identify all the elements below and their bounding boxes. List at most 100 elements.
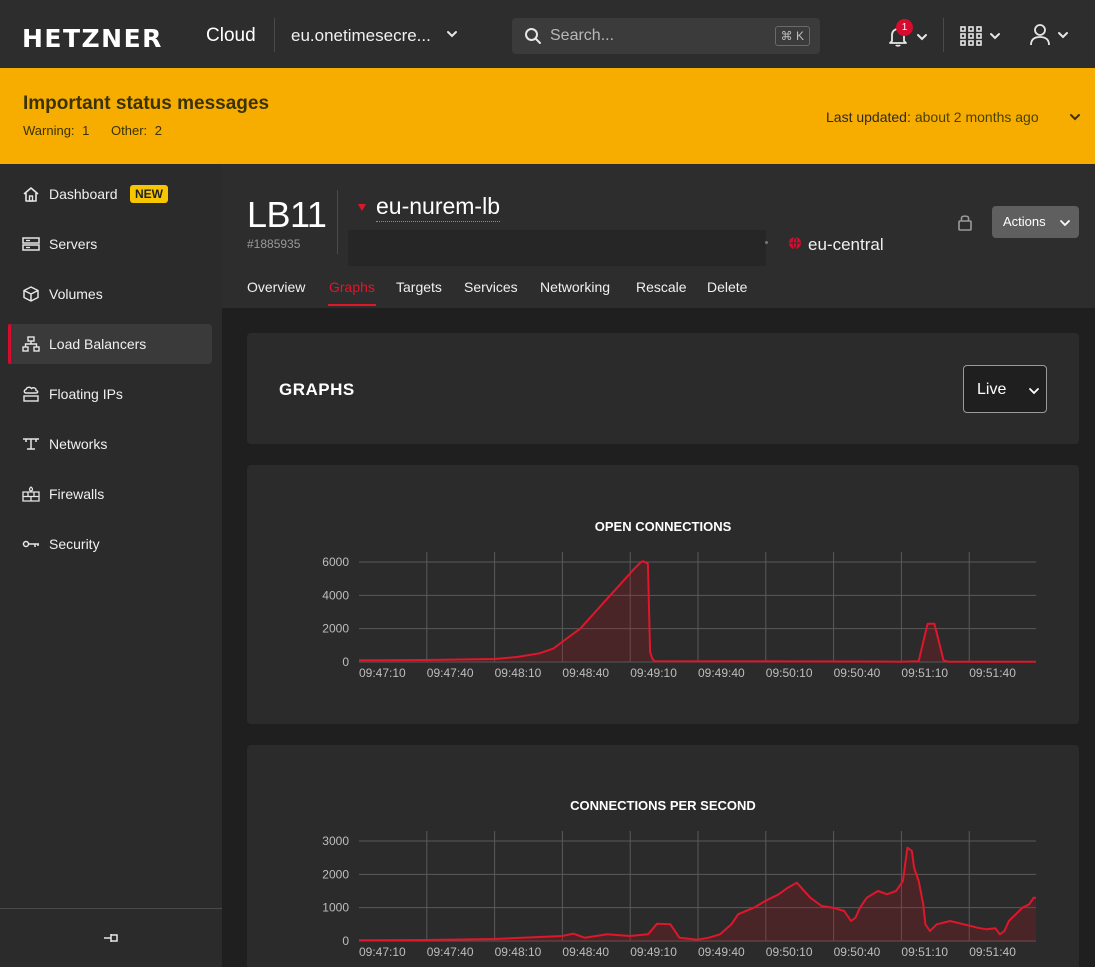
apps-grid-icon[interactable] <box>960 26 982 46</box>
floating-ip-icon <box>23 386 39 402</box>
last-updated-label: Last updated: <box>826 109 911 125</box>
y-tick-label: 6000 <box>322 555 349 569</box>
section-title: GRAPHS <box>279 380 355 399</box>
cube-icon <box>23 286 39 302</box>
warning-label: Warning: <box>23 123 75 138</box>
y-tick-label: 4000 <box>322 588 349 602</box>
divider <box>0 908 222 909</box>
x-tick-label: 09:51:10 <box>901 666 948 680</box>
status-banner[interactable]: Important status messages Warning: 1 Oth… <box>0 68 1095 164</box>
sidebar-item-networks[interactable]: Networks <box>8 424 212 464</box>
tab-overview[interactable]: Overview <box>247 279 305 295</box>
y-tick-label: 0 <box>342 655 349 669</box>
chart-card-connections-per-second: CONNECTIONS PER SECOND 0 1000 2000 3000 09:47… <box>247 745 1079 967</box>
active-tab-indicator <box>328 304 376 306</box>
sidebar-item-label: Floating IPs <box>49 386 123 402</box>
chevron-down-icon <box>1060 220 1070 227</box>
y-tick-label: 0 <box>342 934 349 948</box>
divider <box>943 18 944 52</box>
time-range-select[interactable]: Live <box>963 365 1047 413</box>
chevron-down-icon[interactable] <box>1056 28 1070 42</box>
project-selector[interactable]: eu.onetimesecre... <box>291 26 431 46</box>
last-updated-value: about 2 months ago <box>914 109 1039 125</box>
load-balancer-icon <box>22 336 40 352</box>
sidebar: Dashboard NEW Servers Volumes Load Balan… <box>0 164 222 967</box>
divider <box>274 18 275 52</box>
sidebar-item-security[interactable]: Security <box>8 524 212 564</box>
user-icon[interactable] <box>1029 23 1051 47</box>
sidebar-item-volumes[interactable]: Volumes <box>8 274 212 314</box>
top-bar: HETZNER Cloud eu.onetimesecre... Search.… <box>0 0 1095 68</box>
search-placeholder: Search... <box>550 27 615 44</box>
sidebar-item-dashboard[interactable]: Dashboard NEW <box>8 174 212 214</box>
separator-dot <box>765 241 768 244</box>
x-tick-label: 09:51:10 <box>901 945 948 959</box>
pin-sidebar-icon[interactable] <box>102 931 120 945</box>
y-tick-label: 2000 <box>322 622 349 636</box>
keyboard-shortcut: ⌘ K <box>774 26 810 46</box>
server-icon <box>22 237 40 251</box>
key-icon <box>22 540 39 548</box>
resource-header: LB11 #1885935 eu-nurem-lb eu-central Act… <box>222 164 1095 308</box>
lb-type: LB11 <box>247 194 327 235</box>
sidebar-item-label: Networks <box>49 436 108 452</box>
x-tick-label: 09:48:10 <box>495 666 542 680</box>
redacted-area <box>348 230 766 266</box>
sidebar-item-firewalls[interactable]: Firewalls <box>8 474 212 514</box>
chevron-down-icon[interactable] <box>445 27 459 41</box>
tab-networking[interactable]: Networking <box>540 279 610 295</box>
chart-card-open-connections: OPEN CONNECTIONS 0 2000 4000 6000 09:47:10 09:… <box>247 465 1079 724</box>
tab-rescale[interactable]: Rescale <box>636 279 687 295</box>
tab-targets[interactable]: Targets <box>396 279 442 295</box>
sidebar-item-load-balancers[interactable]: Load Balancers <box>8 324 212 364</box>
warning-count: 1 <box>82 123 90 138</box>
main-content: GRAPHS Live OPEN CONNECTIONS 0 2000 4000 600… <box>222 308 1095 967</box>
location: eu-central <box>808 235 884 254</box>
tab-delete[interactable]: Delete <box>707 279 747 295</box>
x-tick-label: 09:50:10 <box>766 945 813 959</box>
banner-title: Important status messages <box>23 93 270 114</box>
hetzner-logo[interactable]: HETZNER <box>22 24 163 53</box>
firewall-icon <box>22 486 40 502</box>
other-label: Other: <box>111 123 148 138</box>
x-tick-label: 09:48:40 <box>562 945 609 959</box>
actions-button[interactable]: Actions <box>992 206 1079 238</box>
sidebar-item-label: Security <box>49 536 100 552</box>
x-tick-label: 09:50:40 <box>834 945 881 959</box>
search-input[interactable]: Search... ⌘ K <box>512 18 820 54</box>
x-tick-label: 09:47:40 <box>427 666 474 680</box>
tab-services[interactable]: Services <box>464 279 518 295</box>
chevron-down-icon[interactable] <box>1068 110 1082 124</box>
sidebar-item-label: Servers <box>49 236 98 252</box>
new-badge: NEW <box>130 185 168 203</box>
network-icon <box>23 438 39 450</box>
tab-graphs[interactable]: Graphs <box>329 279 375 295</box>
x-tick-label: 09:48:10 <box>495 945 542 959</box>
search-icon <box>525 28 541 44</box>
x-tick-label: 09:49:10 <box>630 666 677 680</box>
x-tick-label: 09:47:10 <box>359 666 406 680</box>
x-tick-label: 09:50:10 <box>766 666 813 680</box>
lb-name[interactable]: eu-nurem-lb <box>376 193 500 222</box>
globe-icon <box>789 236 801 250</box>
sidebar-item-label: Volumes <box>49 286 103 302</box>
chart-open-connections: OPEN CONNECTIONS 0 2000 4000 6000 09:47:10 09:… <box>322 519 1036 680</box>
chart-connections-per-second: CONNECTIONS PER SECOND 0 1000 2000 3000 09:47… <box>322 798 1036 959</box>
sidebar-item-floating-ips[interactable]: Floating IPs <box>8 374 212 414</box>
other-count: 2 <box>154 123 163 138</box>
x-tick-label: 09:51:40 <box>969 945 1016 959</box>
chart-title: OPEN CONNECTIONS <box>595 519 732 534</box>
x-tick-label: 09:47:40 <box>427 945 474 959</box>
product-name: Cloud <box>206 25 256 46</box>
lock-icon[interactable] <box>957 213 973 231</box>
y-tick-label: 2000 <box>322 867 349 881</box>
notification-badge: 1 <box>896 19 913 36</box>
sidebar-item-servers[interactable]: Servers <box>8 224 212 264</box>
x-tick-label: 09:49:10 <box>630 945 677 959</box>
chevron-down-icon[interactable] <box>988 29 1002 43</box>
chevron-down-icon[interactable] <box>915 30 929 44</box>
x-tick-label: 09:49:40 <box>698 666 745 680</box>
sidebar-item-label: Dashboard <box>49 186 118 202</box>
sidebar-item-label: Load Balancers <box>49 336 147 352</box>
x-tick-label: 09:49:40 <box>698 945 745 959</box>
